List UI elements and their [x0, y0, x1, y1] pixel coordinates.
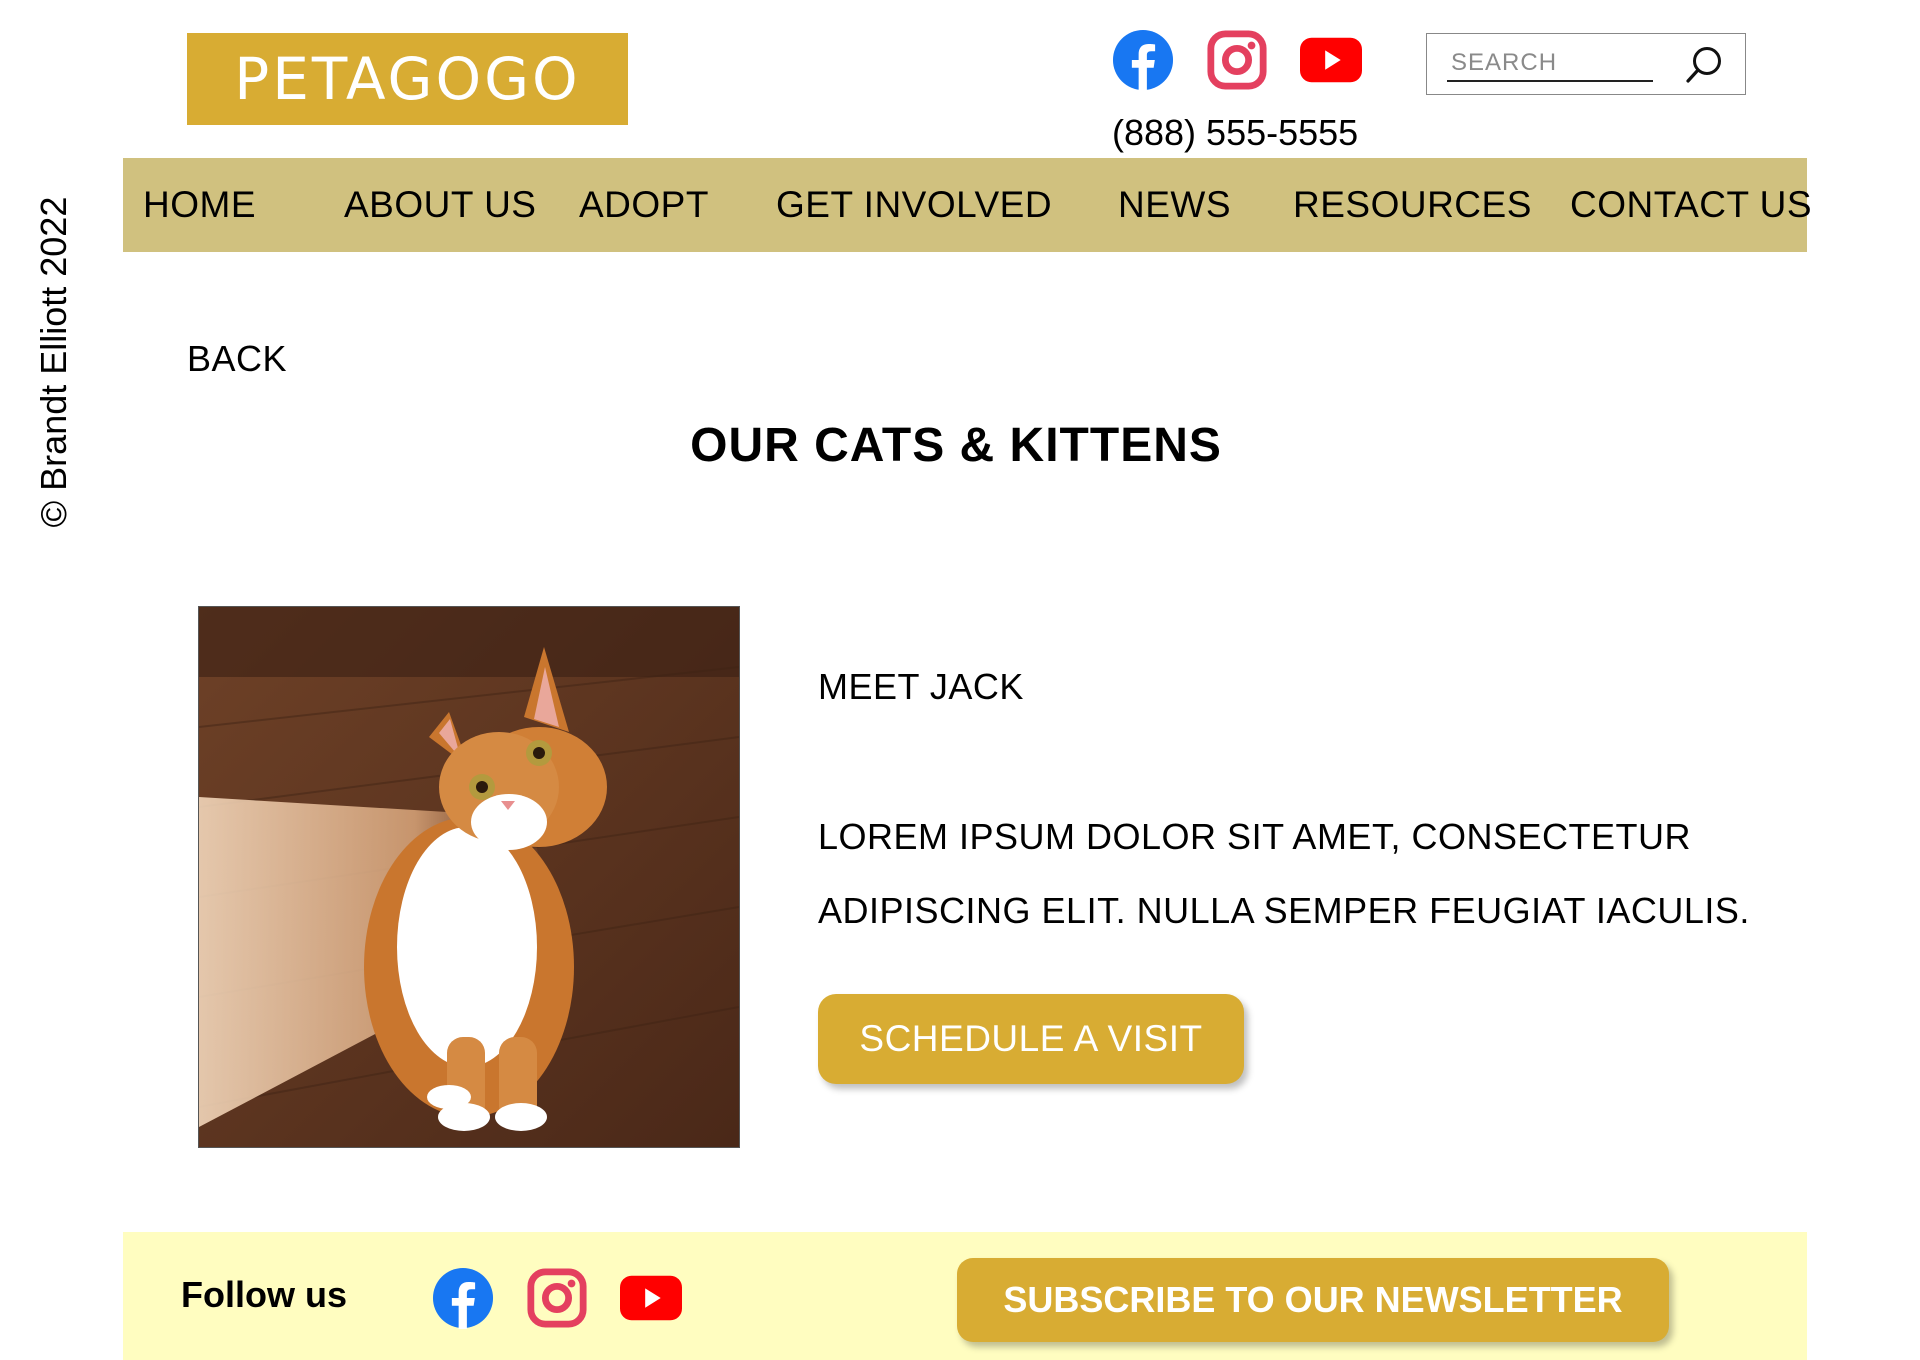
- header-social-links: [1112, 29, 1362, 96]
- main-navigation: HOME ABOUT US ADOPT GET INVOLVED NEWS RE…: [123, 158, 1812, 252]
- search-input[interactable]: [1447, 46, 1653, 82]
- instagram-icon[interactable]: [1206, 29, 1268, 96]
- instagram-icon[interactable]: [526, 1267, 588, 1334]
- logo-text: PETAGOGO: [234, 45, 581, 113]
- nav-item-news[interactable]: NEWS: [1118, 158, 1231, 252]
- nav-item-about-us[interactable]: ABOUT US: [344, 158, 536, 252]
- footer-social-links: [432, 1267, 682, 1334]
- copyright-text: © Brandt Elliott 2022: [33, 196, 74, 528]
- page-title: OUR CATS & KITTENS: [690, 419, 1222, 472]
- subscribe-newsletter-button[interactable]: SUBSCRIBE TO OUR NEWSLETTER: [957, 1258, 1669, 1342]
- nav-item-home[interactable]: HOME: [143, 158, 256, 252]
- facebook-icon[interactable]: [432, 1267, 494, 1334]
- youtube-icon[interactable]: [1300, 37, 1362, 88]
- nav-item-resources[interactable]: RESOURCES: [1293, 158, 1532, 252]
- pet-description: LOREM IPSUM DOLOR SIT AMET, CONSECTETUR …: [818, 816, 1750, 931]
- cat-photo: [198, 606, 740, 1148]
- nav-item-adopt[interactable]: ADOPT: [579, 158, 709, 252]
- phone-number[interactable]: (888) 555-5555: [1112, 112, 1358, 154]
- follow-us-label: Follow us: [181, 1274, 347, 1315]
- pet-name: MEET JACK: [818, 666, 1024, 707]
- nav-item-get-involved[interactable]: GET INVOLVED: [776, 158, 1052, 252]
- footer: Follow us SUBSCRIBE TO OUR NEWSLETTER: [123, 1232, 1807, 1360]
- site-logo[interactable]: PETAGOGO: [187, 33, 628, 125]
- search-icon[interactable]: [1683, 44, 1725, 91]
- nav-item-contact-us[interactable]: CONTACT US: [1570, 158, 1812, 252]
- youtube-icon[interactable]: [620, 1275, 682, 1326]
- facebook-icon[interactable]: [1112, 29, 1174, 96]
- back-link[interactable]: BACK: [187, 338, 287, 380]
- search-box: [1426, 33, 1746, 95]
- schedule-visit-button[interactable]: SCHEDULE A VISIT: [818, 994, 1244, 1084]
